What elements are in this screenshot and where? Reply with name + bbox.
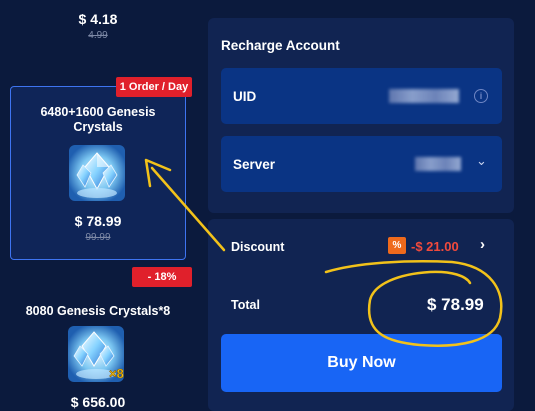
discount-label: Discount (231, 240, 285, 254)
server-select[interactable]: Server ⌄ (221, 136, 502, 192)
info-icon[interactable]: i (474, 89, 488, 103)
uid-label: UID (233, 89, 257, 104)
section-title: Recharge Account (221, 38, 340, 53)
uid-value-redacted (389, 89, 459, 103)
total-value: $ 78.99 (427, 295, 484, 314)
total-label: Total (231, 298, 260, 312)
server-label: Server (233, 157, 276, 172)
server-value-redacted (415, 157, 461, 171)
recharge-account-section: Recharge Account UID i Server ⌄ (208, 18, 514, 213)
product-card-selected[interactable]: 6480+1600 Genesis Crystals $ 78.99 99.99 (10, 86, 186, 260)
product-list: $ 4.18 4.99 6480+1600 Genesis Crystals $… (0, 0, 200, 411)
checkout-panel: Recharge Account UID i Server ⌄ Discount… (208, 18, 514, 411)
product-old-price: 4.99 (88, 30, 108, 41)
discount-value: -$ 21.00 (411, 239, 459, 254)
product-title: 6480+1600 Genesis Crystals (40, 105, 156, 134)
multiplier-label: ×8 (109, 366, 124, 381)
product-old-price: 99.99 (85, 232, 111, 243)
percent-icon: % (388, 237, 406, 254)
uid-field[interactable]: UID i (221, 68, 502, 124)
order-summary: Discount % -$ 21.00 › Total $ 78.99 Buy … (208, 219, 514, 411)
product-price: $ 656.00 (70, 394, 126, 410)
genesis-crystals-icon: ×8 (68, 326, 124, 382)
product-price: $ 4.18 (78, 11, 118, 27)
product-title: 8080 Genesis Crystals*8 (25, 304, 171, 318)
genesis-crystals-icon (69, 145, 125, 201)
chevron-right-icon[interactable]: › (480, 236, 485, 253)
product-card-bottom[interactable]: 8080 Genesis Crystals*8 ×8 $ 656.00 (10, 290, 186, 411)
limit-badge: 1 Order / Day (116, 77, 192, 97)
buy-now-button[interactable]: Buy Now (221, 334, 502, 392)
product-card-top[interactable]: $ 4.18 4.99 (10, 0, 186, 50)
discount-badge: - 18% (132, 267, 192, 287)
chevron-down-icon: ⌄ (476, 153, 487, 168)
product-price: $ 78.99 (74, 213, 122, 229)
